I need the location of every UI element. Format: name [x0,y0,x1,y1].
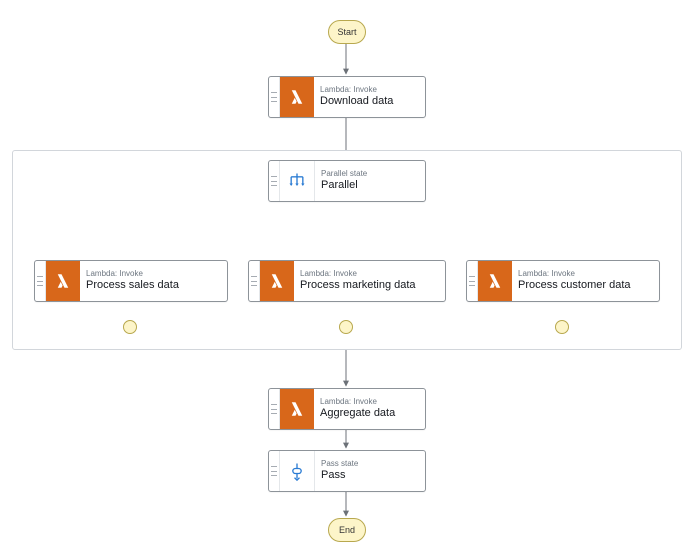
lambda-icon [280,77,314,117]
state-title-label: Process marketing data [300,279,441,292]
drag-handle[interactable] [35,261,46,301]
state-type-label: Pass state [321,460,421,469]
state-title-label: Process customer data [518,279,655,292]
start-label: Start [337,27,356,37]
branch-end-node [555,320,569,334]
state-parallel[interactable]: Parallel state Parallel [268,160,426,202]
lambda-icon [280,389,314,429]
drag-handle[interactable] [269,451,280,491]
state-title-label: Aggregate data [320,407,421,420]
parallel-icon [280,161,315,201]
state-type-label: Parallel state [321,170,421,179]
state-process-customer[interactable]: Lambda: Invoke Process customer data [466,260,660,302]
state-process-sales[interactable]: Lambda: Invoke Process sales data [34,260,228,302]
state-process-marketing[interactable]: Lambda: Invoke Process marketing data [248,260,446,302]
lambda-icon [260,261,294,301]
lambda-icon [478,261,512,301]
drag-handle[interactable] [467,261,478,301]
end-node[interactable]: End [328,518,366,542]
state-download-data[interactable]: Lambda: Invoke Download data [268,76,426,118]
state-type-label: Lambda: Invoke [300,270,441,279]
state-type-label: Lambda: Invoke [320,86,421,95]
state-title-label: Parallel [321,179,421,192]
state-pass[interactable]: Pass state Pass [268,450,426,492]
state-title-label: Process sales data [86,279,223,292]
state-type-label: Lambda: Invoke [518,270,655,279]
state-aggregate-data[interactable]: Lambda: Invoke Aggregate data [268,388,426,430]
state-type-label: Lambda: Invoke [86,270,223,279]
end-label: End [339,525,355,535]
lambda-icon [46,261,80,301]
start-node[interactable]: Start [328,20,366,44]
state-title-label: Pass [321,469,421,482]
branch-end-node [339,320,353,334]
drag-handle[interactable] [249,261,260,301]
drag-handle[interactable] [269,161,280,201]
drag-handle[interactable] [269,389,280,429]
state-type-label: Lambda: Invoke [320,398,421,407]
pass-icon [280,451,315,491]
state-title-label: Download data [320,95,421,108]
branch-end-node [123,320,137,334]
drag-handle[interactable] [269,77,280,117]
